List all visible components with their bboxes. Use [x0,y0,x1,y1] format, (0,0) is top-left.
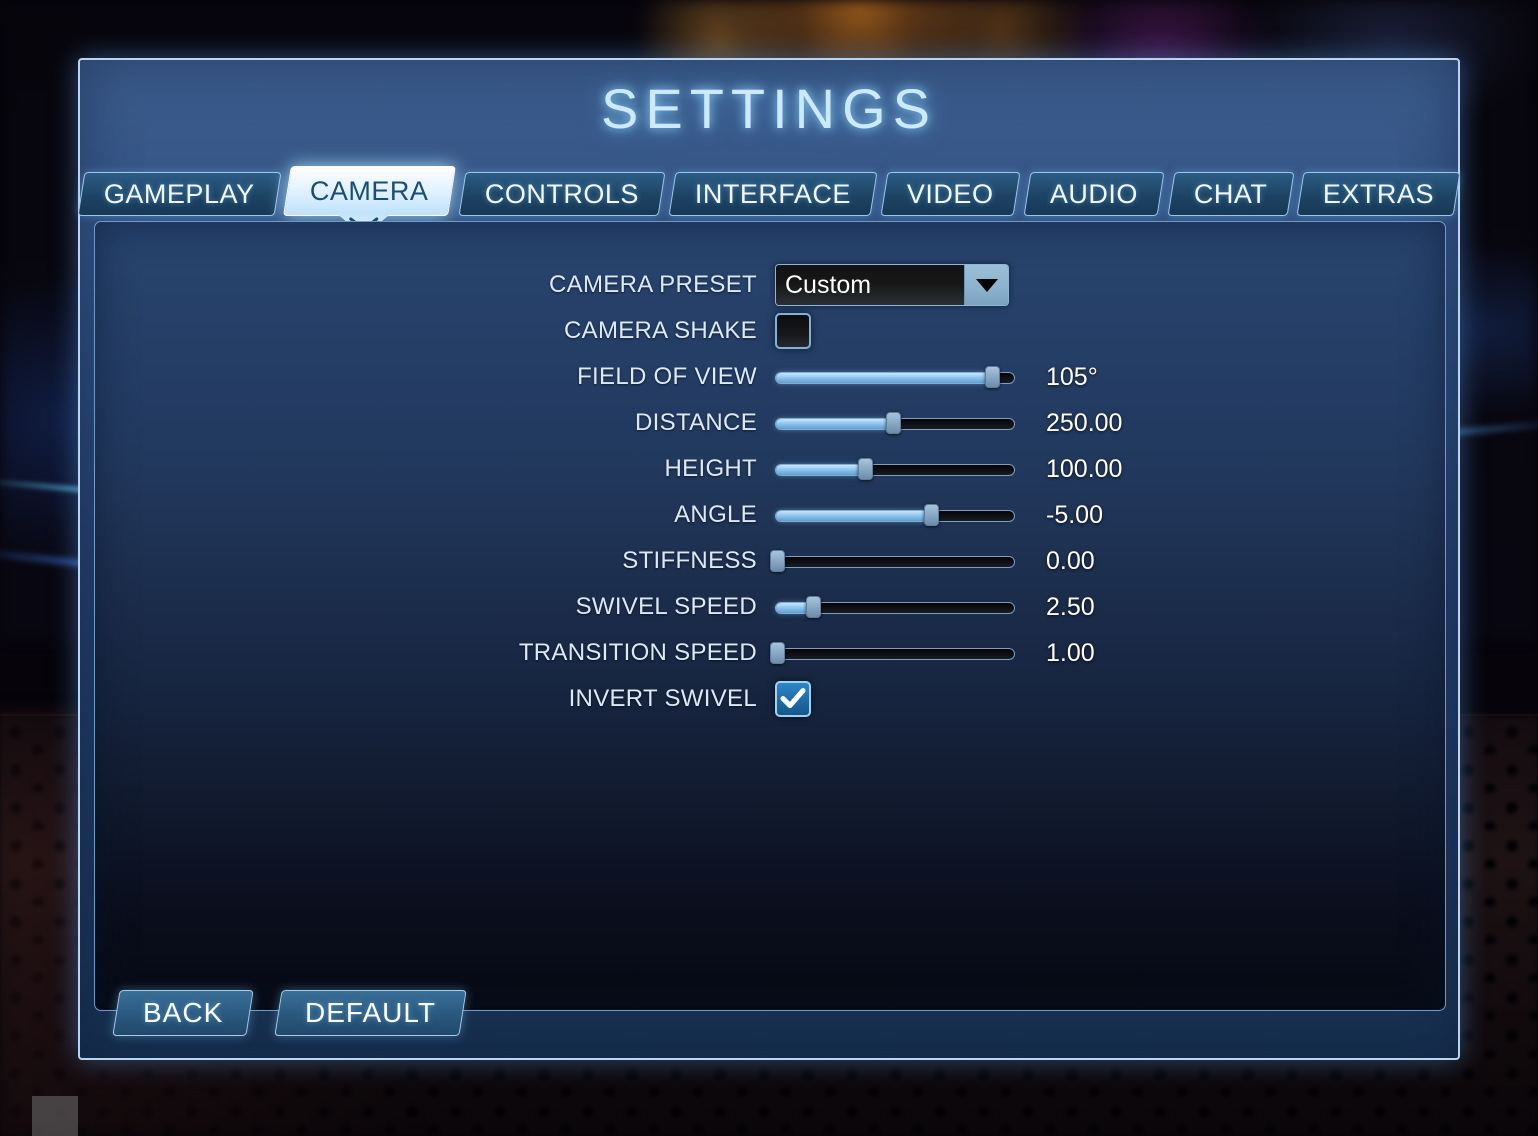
stiffness-value: 0.00 [1046,546,1095,575]
slider-handle[interactable] [770,642,786,664]
tab-label: AUDIO [1049,178,1138,209]
angle-slider[interactable] [775,504,1015,526]
tab-extras[interactable]: EXTRAS [1296,172,1461,216]
tab-interface[interactable]: INTERFACE [668,172,878,216]
tab-label: GAMEPLAY [103,178,255,209]
slider-handle[interactable] [923,504,939,526]
slider-handle[interactable] [886,412,901,434]
field-of-view-value: 105° [1046,362,1098,391]
setting-row-camera-shake: CAMERA SHAKE [95,308,1445,354]
tab-camera[interactable]: CAMERA [283,166,456,231]
tab-chat[interactable]: CHAT [1167,172,1294,216]
settings-window: SETTINGS GAMEPLAY CAMERA CONTROLS INTERFACE… [77,58,1461,1060]
setting-label: SWIVEL SPEED [575,593,757,620]
tab-label: VIDEO [907,178,994,209]
height-slider[interactable] [775,458,1015,480]
slider-handle[interactable] [857,458,873,480]
tab-label: INTERFACE [695,178,852,209]
back-button-label: BACK [143,997,224,1028]
setting-control [770,642,1035,664]
setting-row-angle: ANGLE -5.00 [95,492,1445,538]
height-value: 100.00 [1046,454,1123,483]
setting-control [775,504,1035,526]
check-icon [780,688,806,709]
default-button[interactable]: DEFAULT [274,990,467,1036]
slider-handle[interactable] [985,366,1001,388]
tab-gameplay[interactable]: GAMEPLAY [77,172,281,216]
setting-row-height: HEIGHT 100.00 [95,446,1445,492]
tab-label: CAMERA [310,175,429,206]
setting-control [775,366,1035,388]
setting-label: CAMERA PRESET [549,271,757,298]
setting-control: Custom [775,264,1035,306]
slider-fill [776,465,866,475]
footer-buttons: BACK DEFAULT [112,990,467,1036]
transition-speed-value: 1.00 [1046,638,1095,667]
tab-label: CONTROLS [484,178,639,209]
setting-control [775,681,1035,717]
page-title: SETTINGS [600,77,938,140]
invert-swivel-checkbox[interactable] [775,681,811,717]
distance-slider[interactable] [775,412,1015,434]
setting-row-distance: DISTANCE 250.00 [95,400,1445,446]
distance-value: 250.00 [1046,408,1123,437]
setting-row-swivel-speed: SWIVEL SPEED 2.50 [95,584,1445,630]
field-of-view-slider[interactable] [775,366,1015,388]
setting-label: CAMERA SHAKE [564,317,757,344]
camera-preset-dropdown-button[interactable] [964,265,1008,305]
setting-row-stiffness: STIFFNESS 0.00 [95,538,1445,584]
slider-handle[interactable] [805,596,821,618]
swivel-speed-value: 2.50 [1046,592,1095,621]
settings-panel: CAMERA PRESET Custom CAMERA SHAKE FIELD OF … [94,221,1446,1011]
tab-audio[interactable]: AUDIO [1023,172,1165,216]
stiffness-slider[interactable] [770,550,1015,572]
camera-preset-dropdown[interactable]: Custom [775,264,1009,306]
slider-fill [776,419,894,429]
setting-label: HEIGHT [664,455,757,482]
setting-row-field-of-view: FIELD OF VIEW 105° [95,354,1445,400]
chevron-down-icon [975,278,998,292]
tab-controls[interactable]: CONTROLS [458,172,666,216]
setting-label: FIELD OF VIEW [577,363,757,390]
setting-label: ANGLE [674,501,757,528]
settings-list: CAMERA PRESET Custom CAMERA SHAKE FIELD OF … [95,262,1445,722]
setting-control [775,458,1035,480]
setting-label: INVERT SWIVEL [568,685,757,712]
setting-control [775,412,1035,434]
camera-shake-checkbox[interactable] [775,313,811,349]
slider-handle[interactable] [770,550,786,572]
setting-label: STIFFNESS [622,547,757,574]
default-button-label: DEFAULT [305,997,437,1028]
transition-speed-slider[interactable] [770,642,1015,664]
setting-control [775,596,1035,618]
setting-label: DISTANCE [635,409,757,436]
setting-row-invert-swivel: INVERT SWIVEL [95,676,1445,722]
setting-row-transition-speed: TRANSITION SPEED 1.00 [95,630,1445,676]
slider-fill [776,511,932,521]
setting-row-camera-preset: CAMERA PRESET Custom [95,262,1445,308]
slider-track [775,556,1015,568]
setting-control [775,313,1035,349]
camera-preset-selected-value: Custom [776,265,964,305]
tab-label: EXTRAS [1323,178,1435,209]
back-button[interactable]: BACK [112,990,254,1036]
tab-label: CHAT [1193,178,1268,209]
setting-label: TRANSITION SPEED [518,639,757,666]
tab-bar: GAMEPLAY CAMERA CONTROLS INTERFACE VIDEO AUDI… [77,166,1461,231]
slider-fill [776,373,994,383]
slider-track [775,648,1015,660]
swivel-speed-slider[interactable] [775,596,1015,618]
angle-value: -5.00 [1046,500,1103,529]
background-corner-swatch [32,1096,78,1136]
setting-control [770,550,1035,572]
tab-video[interactable]: VIDEO [880,172,1021,216]
